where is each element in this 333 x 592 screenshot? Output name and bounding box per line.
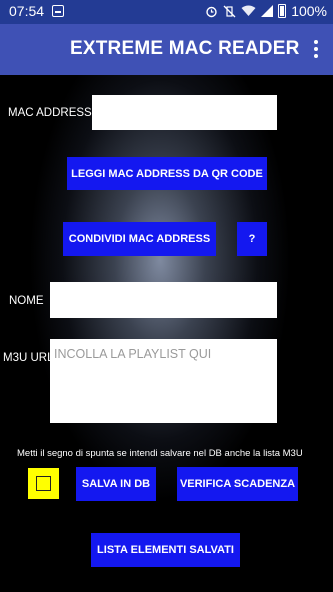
share-mac-button[interactable]: CONDIVIDI MAC ADDRESS [63,222,216,256]
save-m3u-checkbox[interactable] [28,468,59,499]
status-icons: 100% [205,3,327,19]
m3u-url-label: M3U URL [3,352,54,364]
vibrate-off-icon [223,5,236,17]
app-bar: EXTREME MAC READER [0,24,333,75]
battery-level: 100% [291,3,327,19]
m3u-playlist-input[interactable] [50,339,277,423]
mac-address-label: MAC ADDRESS [8,107,92,119]
checkbox-box [36,476,51,491]
help-button[interactable]: ? [237,222,267,256]
name-input[interactable] [50,282,277,318]
app-title: EXTREME MAC READER [70,38,300,59]
wifi-icon [241,5,256,16]
notification-icon [52,5,64,17]
alarm-icon [206,6,217,17]
checkbox-hint: Metti il segno di spunta se intendi salv… [17,448,303,459]
main-content: MAC ADDRESS LEGGI MAC ADDRESS DA QR CODE… [0,75,333,592]
overflow-menu-icon[interactable] [311,40,321,60]
name-label: NOME [9,295,44,307]
read-qr-button[interactable]: LEGGI MAC ADDRESS DA QR CODE [67,157,267,190]
status-time: 07:54 [9,3,45,19]
status-bar: 07:54 100% [0,0,333,24]
check-expiry-button[interactable]: VERIFICA SCADENZA [177,467,298,501]
mac-address-input[interactable] [92,95,277,130]
saved-list-button[interactable]: LISTA ELEMENTI SALVATI [91,533,240,567]
signal-icon [261,5,274,17]
battery-icon [278,4,287,18]
save-db-button[interactable]: SALVA IN DB [76,467,156,501]
